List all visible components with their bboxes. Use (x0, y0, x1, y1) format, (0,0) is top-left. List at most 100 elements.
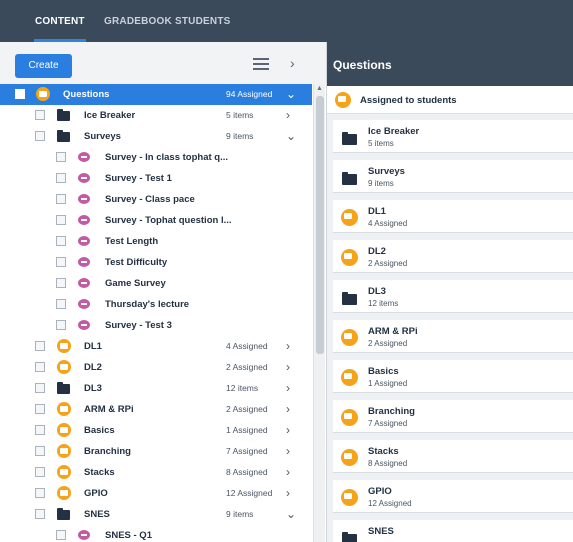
scroll-thumb[interactable] (316, 96, 324, 354)
row-checkbox[interactable] (56, 173, 66, 183)
row-checkbox[interactable] (56, 215, 66, 225)
row-checkbox[interactable] (35, 341, 45, 351)
content-card[interactable]: ARM & RPi 2 Assigned (333, 320, 573, 353)
chevron-right-icon[interactable]: › (286, 357, 290, 378)
row-label: Surveys (84, 131, 121, 142)
card-subtitle: 8 Assigned (368, 459, 408, 468)
tree-row[interactable]: GPIO 12 Assigned › (0, 483, 312, 504)
row-checkbox[interactable] (35, 383, 45, 393)
tree-row[interactable]: SNES 9 items ⌄ (0, 504, 312, 525)
tree-row[interactable]: SNES - Q1 (0, 525, 312, 542)
chevron-right-icon[interactable]: › (286, 399, 290, 420)
content-card[interactable]: GPIO 12 Assigned (333, 480, 573, 513)
chevron-down-icon[interactable]: ⌄ (286, 126, 296, 147)
folder-icon (57, 130, 70, 142)
row-checkbox[interactable] (56, 320, 66, 330)
tree-row[interactable]: Survey - Test 1 (0, 168, 312, 189)
card-title: ARM & RPi (368, 326, 418, 337)
row-checkbox[interactable] (35, 446, 45, 456)
content-card[interactable]: DL3 12 items (333, 280, 573, 313)
row-checkbox[interactable] (56, 299, 66, 309)
tree-row[interactable]: Test Length (0, 231, 312, 252)
tree-row[interactable]: Survey - Test 3 (0, 315, 312, 336)
question-set-icon (57, 444, 71, 458)
tab-content[interactable]: CONTENT (34, 0, 86, 42)
tab-gradebook[interactable]: GRADEBOOK (104, 0, 172, 42)
row-checkbox[interactable] (56, 278, 66, 288)
tree-row[interactable]: Stacks 8 Assigned › (0, 462, 312, 483)
row-count: 9 items (226, 131, 254, 141)
chevron-right-icon[interactable]: › (286, 336, 290, 357)
tree-row[interactable]: ARM & RPi 2 Assigned › (0, 399, 312, 420)
content-card[interactable]: Surveys 9 items (333, 160, 573, 193)
tree-row[interactable]: DL1 4 Assigned › (0, 336, 312, 357)
tree-row[interactable]: Test Difficulty (0, 252, 312, 273)
row-checkbox[interactable] (35, 362, 45, 372)
tree-scrollbar[interactable]: ▲ (313, 84, 325, 542)
create-button[interactable]: Create (15, 54, 72, 78)
tab-students[interactable]: STUDENTS (175, 0, 231, 42)
content-card[interactable]: DL2 2 Assigned (333, 240, 573, 273)
card-title: SNES (368, 526, 394, 537)
chevron-right-icon[interactable]: › (286, 462, 290, 483)
assigned-to-students-row[interactable]: Assigned to students (327, 86, 573, 114)
content-tree-panel: Create › Questions 94 Assigned ⌄ Ice Breake… (0, 42, 326, 542)
content-card[interactable]: Basics 1 Assigned (333, 360, 573, 393)
tree-row[interactable]: Survey - Tophat question l... (0, 210, 312, 231)
top-nav: CONTENT GRADEBOOK STUDENTS (0, 0, 573, 42)
card-subtitle: 5 items (368, 139, 394, 148)
tree-row[interactable]: Surveys 9 items ⌄ (0, 126, 312, 147)
chevron-right-icon[interactable]: › (290, 55, 295, 71)
tree-row[interactable]: Questions 94 Assigned ⌄ (0, 84, 312, 105)
row-checkbox[interactable] (35, 509, 45, 519)
row-label: Survey - Tophat question l... (105, 215, 232, 226)
row-checkbox[interactable] (35, 467, 45, 477)
chevron-right-icon[interactable]: › (286, 378, 290, 399)
question-set-icon (57, 423, 71, 437)
tree-row[interactable]: Survey - Class pace (0, 189, 312, 210)
content-card[interactable]: Ice Breaker 5 items (333, 120, 573, 153)
tree-row[interactable]: Game Survey (0, 273, 312, 294)
row-checkbox[interactable] (56, 236, 66, 246)
tree-row[interactable]: Branching 7 Assigned › (0, 441, 312, 462)
row-checkbox[interactable] (35, 110, 45, 120)
content-card[interactable]: DL1 4 Assigned (333, 200, 573, 233)
row-checkbox[interactable] (56, 530, 66, 540)
tree-row[interactable]: Ice Breaker 5 items › (0, 105, 312, 126)
folder-icon (342, 292, 357, 305)
row-count: 94 Assigned (226, 89, 273, 99)
chevron-down-icon[interactable]: ⌄ (286, 84, 296, 105)
row-label: GPIO (84, 488, 108, 499)
question-set-icon (57, 402, 71, 416)
tree-row[interactable]: Basics 1 Assigned › (0, 420, 312, 441)
chevron-right-icon[interactable]: › (286, 420, 290, 441)
card-subtitle: 12 items (368, 299, 399, 308)
card-subtitle: 4 Assigned (368, 219, 408, 228)
tree-row[interactable]: DL3 12 items › (0, 378, 312, 399)
chevron-right-icon[interactable]: › (286, 441, 290, 462)
row-checkbox[interactable] (35, 425, 45, 435)
row-checkbox[interactable] (56, 257, 66, 267)
survey-icon (78, 530, 90, 540)
row-checkbox[interactable] (56, 194, 66, 204)
content-card[interactable]: Stacks 8 Assigned (333, 440, 573, 473)
card-subtitle: 1 Assigned (368, 379, 408, 388)
row-checkbox[interactable] (35, 488, 45, 498)
chevron-right-icon[interactable]: › (286, 483, 290, 504)
chevron-down-icon[interactable]: ⌄ (286, 504, 296, 525)
row-count: 12 Assigned (226, 488, 273, 498)
question-set-icon (341, 489, 358, 506)
row-checkbox[interactable] (35, 131, 45, 141)
tree-row[interactable]: DL2 2 Assigned › (0, 357, 312, 378)
tree-row[interactable]: Survey - In class tophat q... (0, 147, 312, 168)
content-card[interactable]: SNES (333, 520, 573, 542)
scroll-up-icon[interactable]: ▲ (316, 85, 323, 92)
row-checkbox[interactable] (56, 152, 66, 162)
content-card[interactable]: Branching 7 Assigned (333, 400, 573, 433)
tree-row[interactable]: Thursday's lecture (0, 294, 312, 315)
row-checkbox[interactable] (15, 89, 25, 99)
chevron-right-icon[interactable]: › (286, 105, 290, 126)
list-view-icon[interactable] (253, 58, 269, 72)
card-title: Stacks (368, 446, 399, 457)
row-checkbox[interactable] (35, 404, 45, 414)
